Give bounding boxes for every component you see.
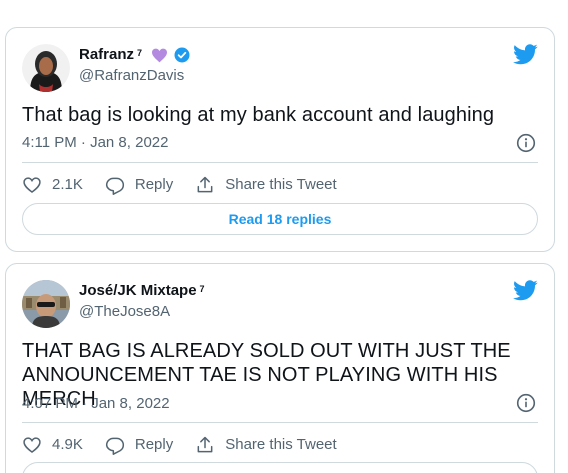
tweet-actions: 4.9K Reply Share this Tweet bbox=[22, 435, 359, 455]
tweet-text: That bag is looking at my bank account a… bbox=[22, 104, 495, 126]
divider bbox=[22, 422, 538, 423]
author-name[interactable]: Rafranz bbox=[79, 46, 134, 64]
share-icon bbox=[197, 176, 213, 193]
tweet-card[interactable]: José/JK Mixtape 7 @TheJose8A THAT BAG IS … bbox=[5, 263, 555, 473]
reply-label: Reply bbox=[134, 436, 174, 453]
twitter-bird-icon[interactable] bbox=[513, 44, 538, 65]
avatar[interactable] bbox=[22, 280, 70, 328]
read-replies-button[interactable]: Read 18 replies bbox=[22, 203, 538, 235]
tweet-timestamp[interactable]: 4:07 PM · Jan 8, 2022 bbox=[22, 395, 170, 413]
share-label: Share this Tweet bbox=[225, 176, 337, 193]
share-button[interactable]: Share this Tweet bbox=[195, 435, 337, 455]
info-icon[interactable] bbox=[516, 393, 536, 413]
divider bbox=[22, 162, 538, 163]
author-handle[interactable]: @RafranzDavis bbox=[79, 67, 184, 85]
share-button[interactable]: Share this Tweet bbox=[195, 175, 337, 195]
avatar[interactable] bbox=[22, 44, 70, 92]
reply-icon bbox=[105, 177, 124, 195]
tweet-timestamp[interactable]: 4:11 PM · Jan 8, 2022 bbox=[22, 134, 168, 152]
share-icon bbox=[197, 436, 213, 453]
reply-button[interactable]: Reply bbox=[105, 175, 173, 195]
purple-heart-icon bbox=[151, 48, 168, 63]
author-name-row[interactable]: Rafranz 7 bbox=[79, 46, 191, 64]
author-handle[interactable]: @TheJose8A bbox=[79, 303, 170, 321]
read-replies-button[interactable] bbox=[22, 462, 538, 473]
author-name[interactable]: José/JK Mixtape bbox=[79, 282, 197, 300]
heart-icon bbox=[23, 437, 41, 454]
name-superscript: 7 bbox=[137, 48, 143, 58]
tweet-card[interactable]: Rafranz 7 @RafranzDavis That bag is looki… bbox=[5, 27, 555, 252]
twitter-bird-icon[interactable] bbox=[513, 280, 538, 301]
like-button[interactable]: 2.1K bbox=[22, 175, 83, 195]
like-count: 4.9K bbox=[52, 436, 83, 453]
info-icon[interactable] bbox=[516, 133, 536, 153]
reply-icon bbox=[105, 437, 124, 455]
like-count: 2.1K bbox=[52, 176, 83, 193]
like-button[interactable]: 4.9K bbox=[22, 435, 83, 455]
verified-badge-icon bbox=[173, 46, 191, 64]
name-superscript: 7 bbox=[199, 284, 205, 294]
share-label: Share this Tweet bbox=[225, 436, 337, 453]
author-name-row[interactable]: José/JK Mixtape 7 bbox=[79, 282, 205, 300]
reply-label: Reply bbox=[134, 176, 174, 193]
heart-icon bbox=[23, 177, 41, 194]
tweet-actions: 2.1K Reply Share this Tweet bbox=[22, 175, 359, 195]
tweet-text-line: THAT BAG IS ALREADY SOLD OUT WITH JUST T… bbox=[22, 340, 511, 362]
reply-button[interactable]: Reply bbox=[105, 435, 173, 455]
